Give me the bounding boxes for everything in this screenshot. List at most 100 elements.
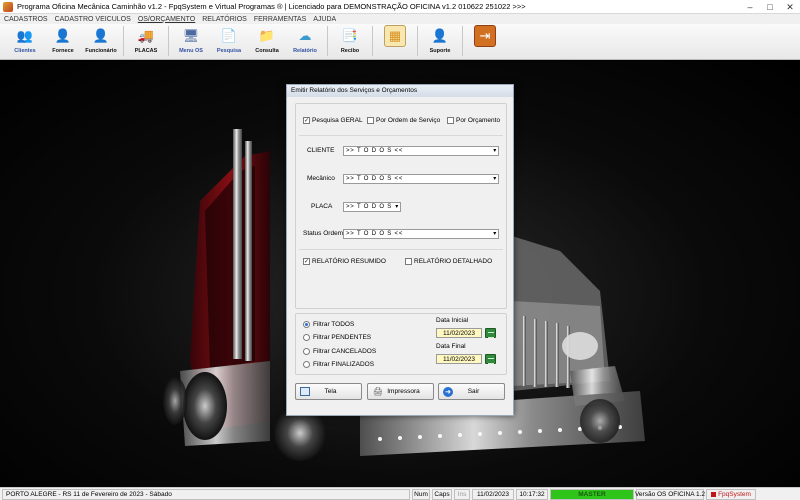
- data-inicial-input[interactable]: 11/02/2023: [436, 328, 482, 338]
- status-version: Versão OS OFICINA 1.2: [634, 488, 706, 500]
- placa-select[interactable]: >> T O D O S ▾: [343, 202, 401, 212]
- chevron-down-icon: ▾: [493, 231, 497, 237]
- filter-finalizados-radio[interactable]: Filtrar FINALIZADOS: [303, 361, 374, 368]
- toolbar-fornece-button[interactable]: 👤 Fornece: [44, 24, 82, 58]
- support-icon: 👤: [431, 28, 449, 43]
- cliente-select[interactable]: >> T O D O S << ▾: [343, 146, 499, 156]
- relatorio-detalhado-option[interactable]: RELATÓRIO DETALHADO: [405, 258, 492, 265]
- toolbar-separator: [462, 26, 463, 56]
- search-geral-option[interactable]: ✓ Pesquisa GERAL: [303, 117, 363, 124]
- maximize-button[interactable]: □: [760, 0, 780, 14]
- status-caps: Caps: [432, 488, 452, 500]
- impressora-label: Impressora: [387, 388, 420, 395]
- impressora-button[interactable]: 🖨 Impressora: [367, 383, 434, 400]
- separator: [299, 135, 503, 136]
- calendar-icon[interactable]: [485, 354, 496, 364]
- menu-ajuda[interactable]: AJUDA: [313, 16, 336, 23]
- clients-icon: 👥: [16, 28, 34, 43]
- toolbar-label: Consulta: [255, 48, 279, 54]
- receipt-icon: 📑: [341, 28, 359, 43]
- minimize-button[interactable]: –: [740, 0, 760, 14]
- toolbar-label: Pesquisa: [216, 48, 242, 54]
- report-dialog: Emitir Relatório dos Serviços e Orçament…: [286, 84, 514, 416]
- toolbar-exit-button[interactable]: ⇥: [466, 24, 504, 58]
- menu-relatorios[interactable]: RELATÓRIOS: [202, 16, 247, 23]
- close-button[interactable]: ✕: [780, 0, 800, 14]
- status-select[interactable]: >> T O D O S << ▾: [343, 229, 499, 239]
- toolbar-suporte-button[interactable]: 👤 Suporte: [421, 24, 459, 58]
- exit-arrow-icon: ➜: [443, 386, 453, 397]
- report-icon: ☁: [298, 28, 312, 43]
- tela-label: Tela: [324, 388, 337, 395]
- status-label: Status Ordem: [303, 230, 344, 237]
- search-orcamento-option[interactable]: Por Orçamento: [447, 117, 500, 124]
- toolbar-recibo-button[interactable]: 📑 Recibo: [331, 24, 369, 58]
- placa-value: >> T O D O S: [346, 204, 393, 210]
- menu-os-orcamento[interactable]: OS/ORÇAMENTO: [138, 16, 195, 23]
- menu-cadastros[interactable]: CADASTROS: [4, 16, 48, 23]
- chevron-down-icon: ▾: [493, 176, 497, 182]
- data-inicial-label: Data Inicial: [436, 317, 469, 324]
- toolbar-relatorio-button[interactable]: ☁ Relatório: [286, 24, 324, 58]
- search-icon: 📄: [220, 28, 238, 43]
- filter-pendentes-radio[interactable]: Filtrar PENDENTES: [303, 334, 371, 341]
- relatorio-detalhado-label: RELATÓRIO DETALHADO: [414, 258, 493, 265]
- tela-button[interactable]: Tela: [295, 383, 362, 400]
- search-orcamento-label: Por Orçamento: [456, 117, 501, 124]
- checkbox-icon[interactable]: [367, 117, 374, 124]
- filter-pendentes-label: Filtrar PENDENTES: [313, 334, 372, 341]
- printer-icon: 🖨: [372, 387, 384, 396]
- radio-icon[interactable]: [303, 348, 310, 355]
- cliente-label: CLIENTE: [307, 147, 335, 154]
- title-bar: Programa Oficina Mecânica Caminhão v1.2 …: [0, 0, 800, 14]
- status-time: 10:17:32: [516, 488, 548, 500]
- menu-cadastro-veiculos[interactable]: CADASTRO VEICULOS: [55, 16, 131, 23]
- toolbar-label: Recibo: [340, 48, 360, 54]
- calendar-icon[interactable]: [485, 328, 496, 338]
- toolbar-funcionario-button[interactable]: 👤 Funcionário: [82, 24, 120, 58]
- relatorio-resumido-option[interactable]: ✓ RELATÓRIO RESUMIDO: [303, 258, 386, 265]
- filter-todos-label: Filtrar TODOS: [313, 321, 355, 328]
- toolbar-label: Clientes: [14, 48, 36, 54]
- toolbar-calculator-button[interactable]: ▦: [376, 24, 414, 58]
- supplier-icon: 👤: [54, 28, 72, 43]
- radio-selected-icon[interactable]: [303, 321, 310, 328]
- toolbar-menu-os-button[interactable]: 🖥 Menu OS: [172, 24, 210, 58]
- toolbar-separator: [168, 26, 169, 56]
- data-final-input[interactable]: 11/02/2023: [436, 354, 482, 364]
- radio-icon[interactable]: [303, 361, 310, 368]
- status-location-date: PORTO ALEGRE - RS 11 de Fevereiro de 202…: [2, 488, 410, 500]
- checkbox-icon[interactable]: [447, 117, 454, 124]
- menu-bar: CADASTROS CADASTRO VEICULOS OS/ORÇAMENTO…: [0, 14, 800, 24]
- search-geral-label: Pesquisa GERAL: [312, 117, 363, 124]
- toolbar-label: Menu OS: [179, 48, 203, 54]
- filter-cancelados-radio[interactable]: Filtrar CANCELADOS: [303, 348, 376, 355]
- brand-icon: [711, 491, 717, 497]
- mecanico-select[interactable]: >> T O D O S << ▾: [343, 174, 499, 184]
- toolbar: 👥 Clientes 👤 Fornece 👤 Funcionário 🚚 PLA…: [0, 24, 800, 60]
- status-brand: FpqSystem: [706, 488, 756, 500]
- menu-os-icon: 🖥: [182, 28, 200, 43]
- toolbar-pesquisa-button[interactable]: 📄 Pesquisa: [210, 24, 248, 58]
- sair-button[interactable]: ➜ Sair: [438, 383, 505, 400]
- mecanico-value: >> T O D O S <<: [346, 176, 404, 182]
- filter-cancelados-label: Filtrar CANCELADOS: [313, 348, 377, 355]
- menu-ferramentas[interactable]: FERRAMENTAS: [254, 16, 306, 23]
- exit-icon: ⇥: [474, 25, 496, 47]
- checkbox-checked-icon[interactable]: ✓: [303, 258, 310, 265]
- search-ordem-option[interactable]: Por Ordem de Serviço: [367, 117, 440, 124]
- radio-icon[interactable]: [303, 334, 310, 341]
- toolbar-label: Relatório: [293, 48, 317, 54]
- toolbar-clientes-button[interactable]: 👥 Clientes: [6, 24, 44, 58]
- checkbox-icon[interactable]: [405, 258, 412, 265]
- separator: [299, 249, 503, 250]
- checkbox-checked-icon[interactable]: ✓: [303, 117, 310, 124]
- filter-todos-radio[interactable]: Filtrar TODOS: [303, 321, 354, 328]
- calculator-icon: ▦: [384, 25, 406, 47]
- window-controls: – □ ✕: [740, 0, 800, 14]
- status-ins: Ins: [454, 488, 470, 500]
- dialog-title: Emitir Relatório dos Serviços e Orçament…: [287, 85, 513, 97]
- toolbar-placas-button[interactable]: 🚚 PLACAS: [127, 24, 165, 58]
- toolbar-consulta-button[interactable]: 📁 Consulta: [248, 24, 286, 58]
- toolbar-separator: [417, 26, 418, 56]
